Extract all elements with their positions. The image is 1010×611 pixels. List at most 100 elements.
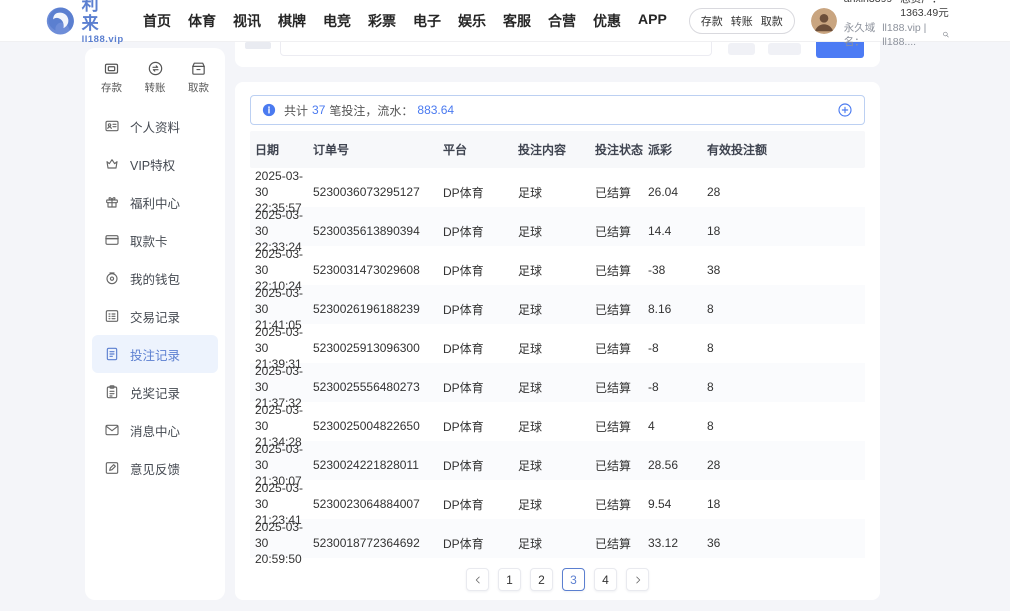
bet-order: 5230018772364692 bbox=[313, 536, 443, 550]
prev-page-button[interactable] bbox=[466, 568, 489, 591]
page-button[interactable]: 2 bbox=[530, 568, 553, 591]
nav-item[interactable]: 客服 bbox=[503, 11, 531, 31]
plus-circle-icon[interactable] bbox=[837, 102, 853, 118]
next-page-button[interactable] bbox=[626, 568, 649, 591]
page-button[interactable]: 1 bbox=[498, 568, 521, 591]
bet-content: 足球 bbox=[518, 184, 595, 201]
sidebar: 存款转账 取款 个人资料VIP特权福利中心取款卡我的钱包交易记录投注记录兑奖记录消… bbox=[85, 48, 225, 600]
sidebar-item-label: 取款卡 bbox=[130, 231, 168, 250]
brand-domain: ll188.vip bbox=[82, 34, 127, 45]
wallet-pill-item[interactable]: 取款 bbox=[761, 13, 783, 29]
mail-icon bbox=[104, 422, 120, 438]
file-icon bbox=[104, 346, 120, 362]
bet-order: 5230031473029608 bbox=[313, 263, 443, 277]
clipboard-icon bbox=[104, 384, 120, 400]
table-row[interactable]: 2025-03-3021:30:075230024221828011DP体育足球… bbox=[250, 441, 865, 480]
brand-logo[interactable]: 利 来 ll188.vip bbox=[46, 0, 127, 45]
bet-platform: DP体育 bbox=[443, 223, 518, 240]
sidebar-item[interactable]: 交易记录 bbox=[92, 297, 218, 335]
search-icon[interactable] bbox=[942, 29, 950, 40]
nav-item[interactable]: 彩票 bbox=[368, 11, 396, 31]
bet-platform: DP体育 bbox=[443, 379, 518, 396]
sidebar-item[interactable]: 意见反馈 bbox=[92, 449, 218, 487]
deposit-icon bbox=[103, 60, 120, 77]
table-row[interactable]: 2025-03-3021:23:415230023064884007DP体育足球… bbox=[250, 480, 865, 519]
bet-date-day: 2025-03-30 bbox=[255, 519, 313, 551]
page-button[interactable]: 3 bbox=[562, 568, 585, 591]
sidebar-item[interactable]: 福利中心 bbox=[92, 183, 218, 221]
domain-value: ll188.vip | ll188.... bbox=[882, 21, 938, 49]
sidebar-item[interactable]: 取款卡 bbox=[92, 221, 218, 259]
quick-action[interactable]: 取款 bbox=[188, 60, 209, 95]
page-button[interactable]: 4 bbox=[594, 568, 617, 591]
bet-date: 2025-03-3020:59:50 bbox=[255, 519, 313, 568]
filter-control-cropped[interactable] bbox=[728, 43, 755, 55]
quick-action[interactable]: 存款 bbox=[101, 60, 122, 95]
bet-platform: DP体育 bbox=[443, 301, 518, 318]
table-row[interactable]: 2025-03-3022:33:245230035613890394DP体育足球… bbox=[250, 207, 865, 246]
bet-platform: DP体育 bbox=[443, 184, 518, 201]
nav-item[interactable]: APP bbox=[638, 11, 667, 31]
nav-item[interactable]: 首页 bbox=[143, 11, 171, 31]
nav-item[interactable]: 棋牌 bbox=[278, 11, 306, 31]
bet-payout: -8 bbox=[648, 341, 707, 355]
table-row[interactable]: 2025-03-3021:34:285230025004822650DP体育足球… bbox=[250, 402, 865, 441]
username[interactable]: anxin3399 bbox=[844, 0, 892, 21]
bet-content: 足球 bbox=[518, 223, 595, 240]
bet-valid: 18 bbox=[707, 224, 865, 238]
quick-action-label: 转账 bbox=[145, 80, 166, 95]
quick-action[interactable]: 转账 bbox=[145, 60, 166, 95]
info-icon bbox=[262, 103, 276, 117]
table-row[interactable]: 2025-03-3021:37:325230025556480273DP体育足球… bbox=[250, 363, 865, 402]
table-row[interactable]: 2025-03-3021:39:315230025913096300DP体育足球… bbox=[250, 324, 865, 363]
nav-item[interactable]: 视讯 bbox=[233, 11, 261, 31]
summary-middle: 笔投注，流水： bbox=[329, 102, 413, 119]
nav-item[interactable]: 电子 bbox=[413, 11, 441, 31]
summary-bar: 共计 37 笔投注，流水： 883.64 bbox=[250, 95, 865, 125]
turnover-value: 883.64 bbox=[417, 103, 454, 117]
bet-valid: 8 bbox=[707, 380, 865, 394]
nav-item[interactable]: 体育 bbox=[188, 11, 216, 31]
user-avatar[interactable] bbox=[811, 8, 837, 34]
column-header: 平台 bbox=[443, 141, 518, 158]
wallet-pill-item[interactable]: 存款 bbox=[701, 13, 723, 29]
sidebar-item[interactable]: 投注记录 bbox=[92, 335, 218, 373]
bet-content: 足球 bbox=[518, 340, 595, 357]
top-header: 利 来 ll188.vip 首页体育视讯棋牌电竞彩票电子娱乐客服合营优惠APP … bbox=[0, 0, 1010, 42]
table-row[interactable]: 2025-03-3022:35:575230036073295127DP体育足球… bbox=[250, 168, 865, 207]
nav-item[interactable]: 电竞 bbox=[323, 11, 351, 31]
wallet-pill-item[interactable]: 转账 bbox=[731, 13, 753, 29]
sidebar-item[interactable]: 我的钱包 bbox=[92, 259, 218, 297]
table-row[interactable]: 2025-03-3022:10:245230031473029608DP体育足球… bbox=[250, 246, 865, 285]
bet-status: 已结算 bbox=[595, 262, 648, 279]
sidebar-item[interactable]: 消息中心 bbox=[92, 411, 218, 449]
filter-control-cropped[interactable] bbox=[768, 43, 801, 55]
sidebar-item[interactable]: 兑奖记录 bbox=[92, 373, 218, 411]
sidebar-item-label: 福利中心 bbox=[130, 193, 180, 212]
bet-content: 足球 bbox=[518, 379, 595, 396]
sidebar-item-label: 投注记录 bbox=[130, 345, 180, 364]
sidebar-item[interactable]: 个人资料 bbox=[92, 107, 218, 145]
bet-payout: 9.54 bbox=[648, 497, 707, 511]
bet-status: 已结算 bbox=[595, 535, 648, 552]
main-nav: 首页体育视讯棋牌电竞彩票电子娱乐客服合营优惠 APP bbox=[143, 11, 667, 31]
table-row[interactable]: 2025-03-3021:41:055230026196188239DP体育足球… bbox=[250, 285, 865, 324]
table-row[interactable]: 2025-03-3020:59:505230018772364692DP体育足球… bbox=[250, 519, 865, 558]
nav-item[interactable]: 娱乐 bbox=[458, 11, 486, 31]
brand-logo-icon bbox=[46, 5, 75, 37]
user-line-1: anxin3399 总资产： 1363.49元 bbox=[844, 0, 950, 21]
bet-platform: DP体育 bbox=[443, 262, 518, 279]
bet-date-day: 2025-03-30 bbox=[255, 480, 313, 512]
nav-item[interactable]: 合营 bbox=[548, 11, 576, 31]
bet-content: 足球 bbox=[518, 418, 595, 435]
nav-item[interactable]: 优惠 bbox=[593, 11, 621, 31]
bet-order: 5230036073295127 bbox=[313, 185, 443, 199]
pagination: 1234 bbox=[235, 568, 880, 591]
bet-content: 足球 bbox=[518, 496, 595, 513]
bet-platform: DP体育 bbox=[443, 457, 518, 474]
assets-label: 总资产： bbox=[900, 0, 942, 5]
sidebar-item[interactable]: VIP特权 bbox=[92, 145, 218, 183]
sidebar-item-label: 消息中心 bbox=[130, 421, 180, 440]
column-header: 投注内容 bbox=[518, 141, 595, 158]
bet-date-day: 2025-03-30 bbox=[255, 324, 313, 356]
